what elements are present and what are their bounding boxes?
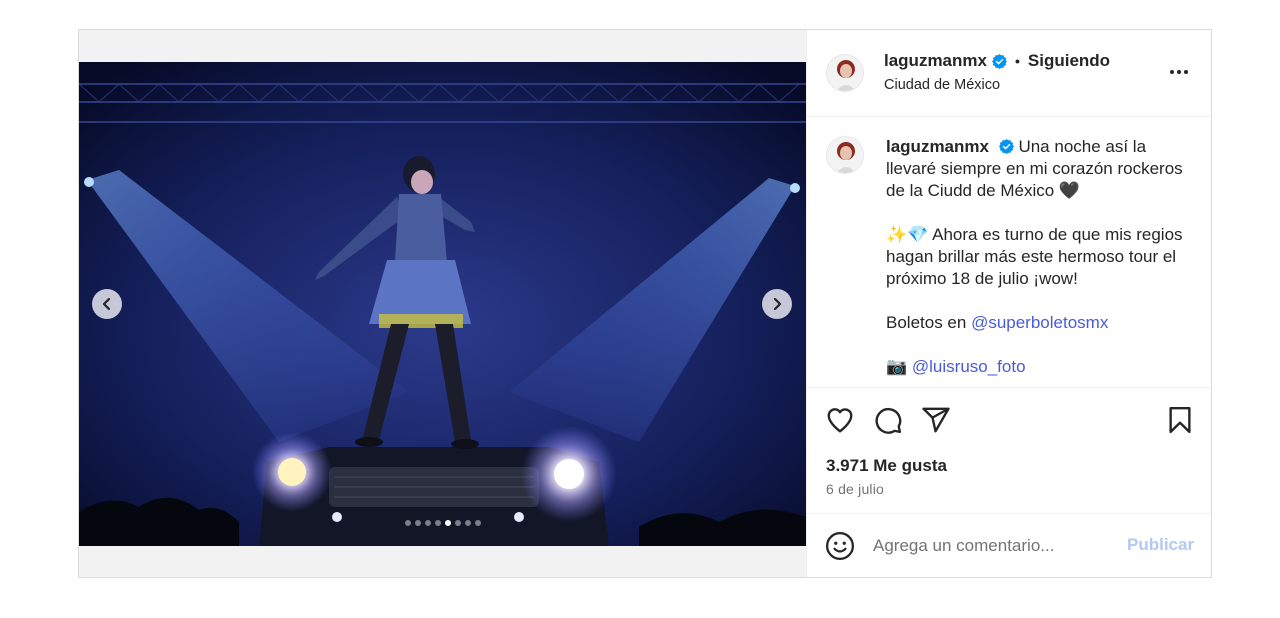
camera-emoji: 📷 [886,357,912,376]
post-caption: laguzmanmx Una noche así la llevaré siem… [886,136,1186,387]
username-link[interactable]: laguzmanmx [884,51,987,71]
mention-link[interactable]: @superboletosmx [971,313,1108,332]
following-button[interactable]: Siguiendo [1028,51,1110,71]
caption-area[interactable]: laguzmanmx Una noche así la llevaré siem… [807,118,1212,387]
carousel-dot [434,520,441,526]
comment-icon[interactable] [873,405,903,435]
heart-icon[interactable] [825,405,855,435]
verified-badge-icon [991,53,1007,69]
separator-dot: • [1014,53,1020,69]
mention-link[interactable]: @luisruso_foto [912,357,1026,376]
location-link[interactable]: Ciudad de México [884,77,1000,93]
post-card: laguzmanmx • Siguiendo Ciudad de México [78,29,1212,578]
carousel-dot [454,520,461,526]
avatar[interactable] [826,136,864,174]
post-date[interactable]: 6 de julio [826,481,884,497]
carousel-prev-button[interactable] [92,289,122,319]
publish-button[interactable]: Publicar [1127,535,1194,555]
media-pane [79,30,806,577]
post-author: laguzmanmx • Siguiendo [884,51,1110,71]
more-options-icon [1170,70,1174,74]
post-photo[interactable] [79,62,806,546]
chevron-left-icon [102,297,111,311]
more-options-button[interactable] [1167,60,1191,84]
chevron-right-icon [773,297,782,311]
carousel-dot [424,520,431,526]
carousel-dot [474,520,481,526]
caption-username[interactable]: laguzmanmx [886,137,989,156]
share-icon[interactable] [921,405,951,435]
caption-text-3: Boletos en [886,313,972,332]
carousel-dot [444,520,451,526]
carousel-indicator [79,520,806,526]
carousel-dot [414,520,421,526]
carousel-dot [464,520,471,526]
comment-box: Publicar [807,515,1212,577]
carousel-dot [404,520,411,526]
comment-input[interactable] [873,533,1113,559]
post-actions: 3.971 Me gusta 6 de julio [807,387,1212,514]
avatar[interactable] [826,54,864,92]
emoji-icon[interactable] [825,531,855,561]
verified-badge-icon [998,139,1014,154]
likes-count[interactable]: 3.971 Me gusta [826,456,947,476]
caption-text-2: ✨💎 Ahora es turno de que mis regios haga… [886,225,1183,288]
post-side-panel: laguzmanmx • Siguiendo Ciudad de México [806,30,1212,577]
carousel-next-button[interactable] [762,289,792,319]
post-header: laguzmanmx • Siguiendo Ciudad de México [807,30,1212,117]
bookmark-icon[interactable] [1165,405,1195,435]
